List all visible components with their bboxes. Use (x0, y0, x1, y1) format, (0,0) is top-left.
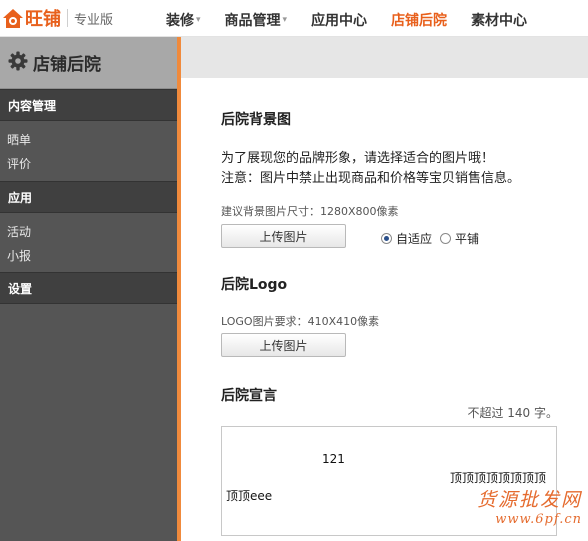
background-intro: 为了展现您的品牌形象，请选择适合的图片哦！ (221, 151, 495, 166)
gear-icon (8, 51, 28, 74)
nav-item-label: 商品管理 (224, 13, 281, 29)
manifesto-char-limit: 不超过 140 字。 (467, 406, 558, 420)
sidebar-item-newsletter[interactable]: 小报 (0, 243, 177, 267)
sidebar-section-settings[interactable]: 设置 (0, 272, 177, 304)
manifesto-section-title: 后院宣言 (221, 388, 277, 404)
background-notice: 注意：图片中禁止出现商品和价格等宝贝销售信息。 (221, 171, 521, 186)
site-watermark: 货源批发网 www.6pf.cn (463, 485, 588, 541)
sidebar-section-apps[interactable]: 应用 (0, 181, 177, 213)
sidebar-section-content-management[interactable]: 内容管理 (0, 89, 177, 121)
sidebar-item-events[interactable]: 活动 (0, 219, 177, 243)
watermark-title: 货源批发网 (476, 489, 582, 511)
sidebar: 店铺后院 内容管理 晒单 评价 应用 活动 小报 设置 (0, 37, 177, 541)
upload-background-button[interactable]: 上传图片 (221, 224, 346, 248)
top-bar: 旺铺 专业版 装修 ▾ 商品管理 ▾ 应用中心 店铺后院 素材中心 (0, 0, 588, 37)
manifesto-line: 顶顶eee (226, 489, 273, 503)
nav-item-label: 装修 (166, 13, 194, 29)
brand-logo[interactable]: 旺铺 专业版 (2, 6, 113, 30)
brand-edition: 专业版 (74, 12, 114, 28)
sidebar-title: 店铺后院 (33, 55, 101, 75)
logo-size-hint: LOGO图片要求：410X410像素 (221, 315, 380, 328)
radio-icon[interactable] (381, 233, 392, 244)
nav-item-label: 应用中心 (311, 13, 368, 29)
background-mode-options: 自适应 平铺 (381, 230, 487, 247)
nav-item-store-backyard[interactable]: 店铺后院 (391, 10, 447, 30)
brand-divider (67, 9, 68, 27)
sidebar-item-show-orders[interactable]: 晒单 (0, 127, 177, 151)
chevron-down-icon: ▾ (196, 15, 201, 25)
sidebar-header: 店铺后院 (0, 37, 177, 89)
nav-item-product-management[interactable]: 商品管理 ▾ (225, 10, 288, 30)
manifesto-line: 121 (322, 452, 345, 466)
sidebar-item-reviews[interactable]: 评价 (0, 151, 177, 175)
background-section-title: 后院背景图 (221, 112, 291, 128)
nav-item-app-center[interactable]: 应用中心 (311, 10, 367, 30)
nav-item-decorate[interactable]: 装修 ▾ (166, 10, 201, 30)
main-content: 后院背景图 为了展现您的品牌形象，请选择适合的图片哦！ 注意：图片中禁止出现商品… (181, 37, 588, 541)
brand-name: 旺铺 (25, 9, 61, 30)
main-nav: 装修 ▾ 商品管理 ▾ 应用中心 店铺后院 素材中心 (166, 10, 551, 30)
logo-section-title: 后院Logo (221, 277, 288, 293)
nav-item-material-center[interactable]: 素材中心 (471, 10, 527, 30)
nav-item-label: 店铺后院 (391, 13, 448, 29)
manifesto-line: 顶顶顶顶顶顶顶顶 (450, 471, 547, 485)
house-logo-icon (2, 7, 24, 29)
nav-item-label: 素材中心 (471, 13, 528, 29)
watermark-url: www.6pf.cn (495, 512, 582, 527)
option-tile-label[interactable]: 平铺 (455, 230, 479, 247)
radio-icon[interactable] (440, 233, 452, 244)
option-adaptive-label[interactable]: 自适应 (396, 230, 432, 247)
background-size-hint: 建议背景图片尺寸：1280X800像素 (221, 205, 399, 218)
chevron-down-icon: ▾ (282, 15, 288, 25)
content-header-band (181, 37, 588, 78)
upload-logo-button[interactable]: 上传图片 (221, 333, 346, 357)
